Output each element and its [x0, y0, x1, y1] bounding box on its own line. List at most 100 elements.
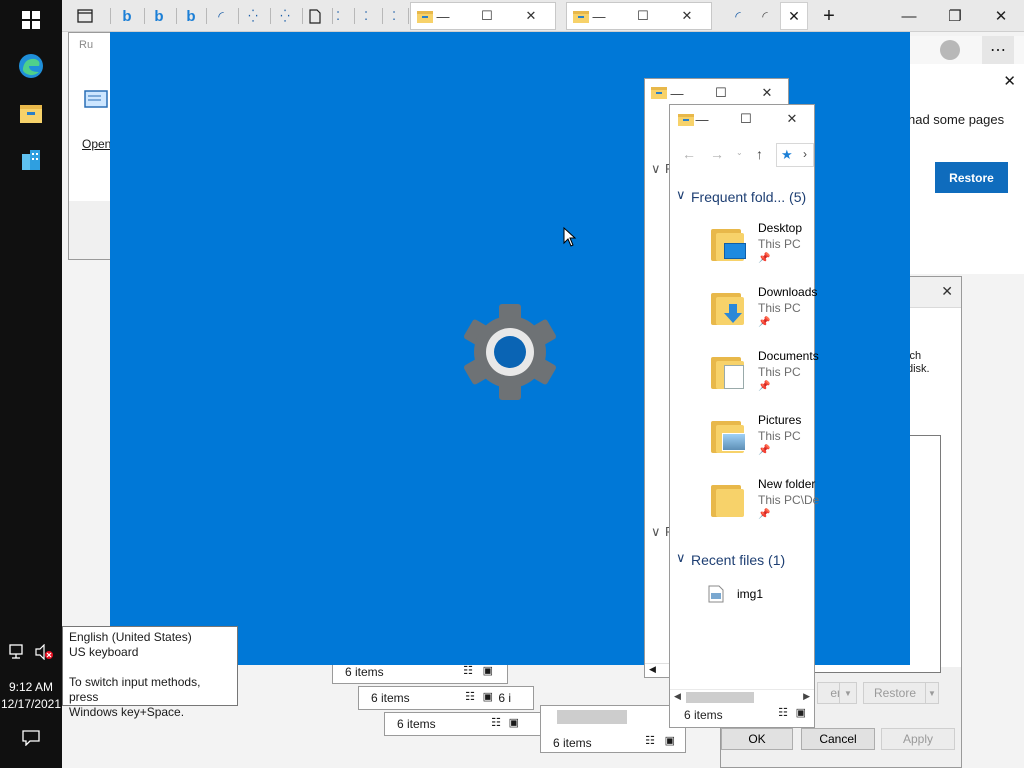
chevron-down-icon[interactable]: ∨ — [651, 524, 661, 540]
open-dropdown-button[interactable]: ▼ — [839, 682, 857, 704]
item-name: New folder — [758, 477, 816, 491]
minimize-button[interactable]: — — [692, 109, 712, 129]
chevron-down-icon[interactable]: ∨ — [676, 187, 686, 203]
chevron-down-icon: ▼ — [844, 688, 852, 698]
restore-dropdown-button[interactable]: ▼ — [925, 682, 939, 704]
explorer-status-stack-4: 6 items ☷ ▣ — [540, 705, 686, 753]
large-icons-view-icon[interactable]: ▣ — [483, 664, 493, 677]
list-item[interactable]: Downloads This PC 📌 — [670, 281, 817, 345]
tab-bing-1[interactable]: b — [114, 2, 140, 30]
maximize-button[interactable]: ☐ — [633, 6, 653, 26]
chevron-down-icon[interactable]: ∨ — [651, 161, 661, 177]
maximize-button[interactable]: ☐ — [736, 109, 756, 129]
restore-pages-panel: ✕ had some pages Restore — [900, 64, 1024, 274]
dialog-close-button[interactable]: ✕ — [941, 283, 953, 300]
loading-spinner-icon: ◜ — [218, 7, 224, 24]
close-icon: ✕ — [994, 8, 1008, 25]
large-icons-view-icon[interactable]: ▣ — [796, 706, 806, 719]
explorer-titlebar[interactable]: — ☐ ✕ — [670, 105, 814, 133]
settings-more-button[interactable]: ⋯ — [982, 36, 1014, 64]
back-arrow-icon[interactable]: ← — [682, 146, 696, 162]
tab-loading-5[interactable]: ⁚ — [356, 2, 376, 30]
details-view-icon[interactable]: ☷ — [645, 734, 655, 747]
clock-time[interactable]: 9:12 AM — [0, 680, 62, 694]
list-item[interactable]: Desktop This PC 📌 — [670, 217, 814, 281]
restore-button[interactable]: Restore — [935, 162, 1008, 193]
close-button[interactable]: ✕ — [757, 83, 777, 103]
tab-loading-3[interactable]: ⁛ — [272, 2, 298, 30]
details-view-icon[interactable]: ☷ — [463, 664, 473, 677]
tab-close-button[interactable]: ✕ — [780, 2, 808, 30]
browser-minimize-button[interactable]: — — [886, 0, 932, 32]
list-item[interactable]: img1 — [670, 581, 814, 607]
scroll-left-icon[interactable]: ◀ — [674, 691, 681, 702]
new-folder-icon — [708, 479, 748, 519]
run-open-label: Open — [82, 137, 112, 151]
ok-button[interactable]: OK — [721, 728, 793, 750]
maximize-button[interactable]: ☐ — [477, 6, 497, 26]
close-button[interactable]: ✕ — [521, 6, 541, 26]
tab-loading-6[interactable]: ⁚ — [384, 2, 404, 30]
scroll-left-icon[interactable]: ◀ — [649, 664, 656, 675]
frequent-folders-header[interactable]: Frequent fold... (5) — [691, 189, 806, 205]
restore-version-button[interactable]: Restore — [863, 682, 927, 704]
status-item-count: 6 items — [345, 665, 384, 679]
recent-locations-chevron-icon[interactable]: ⌄ — [736, 148, 743, 157]
tab-loading-7[interactable]: ◜ — [725, 2, 751, 30]
maximize-button[interactable]: ☐ — [711, 83, 731, 103]
browser-maximize-button[interactable]: ❐ — [932, 0, 978, 32]
tab-loading-4[interactable]: ⁚ — [328, 2, 348, 30]
chevron-down-icon[interactable]: ∨ — [676, 550, 686, 566]
list-item[interactable]: New folder This PC\De 📌 — [670, 473, 819, 537]
tab-loading-2[interactable]: ⁛ — [240, 2, 266, 30]
minimize-button[interactable]: — — [589, 6, 609, 26]
forward-arrow-icon[interactable]: → — [710, 146, 724, 162]
list-item[interactable]: Pictures This PC 📌 — [670, 409, 814, 473]
new-tab-button[interactable]: + — [814, 2, 844, 30]
tab-document[interactable] — [302, 2, 328, 30]
edge-taskbar-button[interactable] — [15, 50, 47, 82]
volume-tray-button[interactable] — [32, 640, 56, 664]
tab-loading-8[interactable]: ◜ — [752, 2, 778, 30]
clock-date[interactable]: 12/17/2021 — [0, 697, 62, 711]
taskbar: 9:12 AM 12/17/2021 — [0, 0, 62, 768]
up-arrow-icon[interactable]: ↑ — [756, 146, 763, 162]
large-icons-view-icon[interactable]: ▣ — [665, 734, 675, 747]
address-bar[interactable]: ★ › — [776, 143, 814, 167]
explorer-mini-window-1[interactable]: — ☐ ✕ — [410, 2, 556, 30]
explorer-mini-window-2[interactable]: — ☐ ✕ — [566, 2, 712, 30]
details-view-icon[interactable]: ☷ — [491, 716, 501, 729]
desktop-folder-icon — [708, 223, 748, 263]
apply-button[interactable]: Apply — [881, 728, 955, 750]
tab-bing-3[interactable]: b — [178, 2, 204, 30]
close-button[interactable]: ✕ — [782, 109, 802, 129]
scrollbar-thumb[interactable] — [686, 692, 754, 703]
tab-bing-2[interactable]: b — [146, 2, 172, 30]
minimize-button[interactable]: — — [433, 6, 453, 26]
details-view-icon[interactable]: ☷ — [778, 706, 788, 719]
tab-loading-1[interactable]: ◜ — [208, 2, 234, 30]
horizontal-scrollbar-thumb[interactable] — [557, 710, 627, 724]
panel-close-button[interactable]: ✕ — [1003, 72, 1016, 90]
file-explorer-window[interactable]: — ☐ ✕ ← → ⌄ ↑ ★ › ∨ Frequent fold... (5)… — [669, 104, 819, 728]
scroll-right-icon[interactable]: ▶ — [803, 691, 810, 702]
cancel-button[interactable]: Cancel — [801, 728, 875, 750]
profile-avatar-icon[interactable] — [940, 40, 960, 60]
browser-close-button[interactable]: ✕ — [978, 0, 1024, 32]
file-explorer-taskbar-button[interactable] — [15, 97, 47, 129]
browser-toolbar-right: ⋯ — [910, 36, 1024, 64]
large-icons-view-icon[interactable]: ▣ — [483, 690, 493, 703]
close-button[interactable]: ✕ — [677, 6, 697, 26]
loading-dots-icon: ⁛ — [248, 9, 258, 23]
minimize-button[interactable]: — — [667, 83, 687, 103]
action-center-button[interactable] — [15, 722, 47, 754]
loading-dots-icon: ⁚ — [336, 9, 340, 23]
large-icons-view-icon[interactable]: ▣ — [509, 716, 519, 729]
start-button[interactable] — [15, 4, 47, 36]
tab-actions-button[interactable] — [72, 2, 98, 30]
details-view-icon[interactable]: ☷ — [465, 690, 475, 703]
network-tray-button[interactable] — [6, 640, 30, 664]
recent-files-header[interactable]: Recent files (1) — [691, 552, 785, 568]
list-item[interactable]: Documents This PC 📌 — [670, 345, 819, 409]
store-taskbar-button[interactable] — [15, 144, 47, 176]
